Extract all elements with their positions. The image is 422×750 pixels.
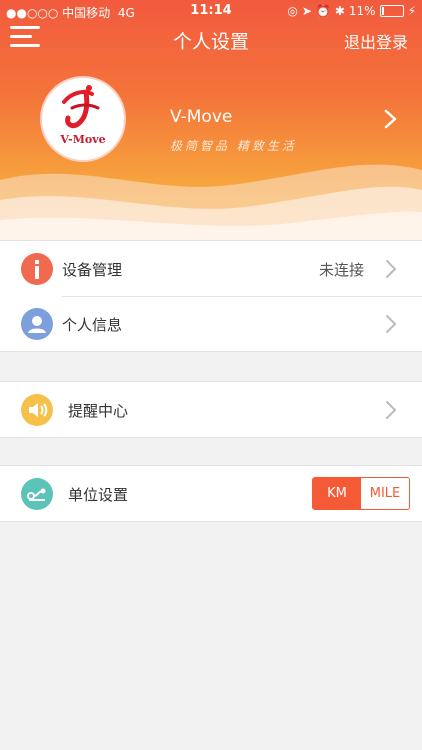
v-move-logo-icon — [62, 85, 100, 129]
unit-settings-label: 单位设置 — [68, 486, 129, 504]
status-bar: ●●○○○ 中国移动 4G 11:14 ◎ ➤ ⏰ ✱ 11% ⚡ — [0, 0, 422, 22]
personal-info-label: 个人信息 — [62, 316, 123, 334]
chevron-right-icon — [386, 315, 397, 333]
logout-button[interactable]: 退出登录 — [344, 29, 408, 53]
route-icon — [21, 478, 53, 510]
alarm-icon: ⏰ — [315, 4, 331, 18]
unit-toggle: KM MILE — [312, 477, 410, 510]
avatar[interactable]: V-Move — [40, 76, 126, 162]
location-icon: ➤ — [301, 4, 312, 18]
header-wave-decoration — [0, 164, 422, 240]
navigation-bar: 个人设置 退出登录 — [0, 22, 422, 58]
reminder-center-row[interactable]: 提醒中心 — [0, 382, 422, 437]
battery-icon — [379, 5, 404, 17]
logo-text: V-Move — [60, 133, 106, 146]
battery-percent: 11% — [348, 4, 376, 18]
lock-rotation-icon: ◎ — [287, 4, 298, 18]
reminder-group: 提醒中心 — [0, 381, 422, 438]
unit-km-option[interactable]: KM — [313, 478, 361, 509]
device-group: 设备管理 未连接 个人信息 — [0, 240, 422, 352]
bluetooth-icon: ✱ — [334, 4, 345, 18]
device-management-row[interactable]: 设备管理 未连接 — [0, 241, 422, 296]
unit-mile-option[interactable]: MILE — [361, 478, 409, 509]
device-status: 未连接 — [318, 261, 364, 279]
user-icon — [21, 308, 53, 340]
device-management-label: 设备管理 — [62, 261, 123, 279]
personal-info-row[interactable]: 个人信息 — [0, 296, 422, 351]
profile-header: ●●○○○ 中国移动 4G 11:14 ◎ ➤ ⏰ ✱ 11% ⚡ 个人设置 退… — [0, 0, 422, 240]
unit-settings-row: 单位设置 KM MILE — [0, 466, 422, 521]
slogan: 极简智品 精致生活 — [170, 139, 297, 153]
chevron-right-icon — [386, 401, 397, 419]
charging-icon: ⚡ — [407, 4, 416, 18]
battery-fill — [381, 7, 384, 15]
units-group: 单位设置 KM MILE — [0, 465, 422, 522]
chevron-right-icon — [386, 260, 397, 278]
speaker-icon — [21, 394, 53, 426]
info-icon — [21, 253, 53, 285]
status-right: ◎ ➤ ⏰ ✱ 11% ⚡ — [287, 4, 416, 18]
username: V-Move — [170, 107, 233, 127]
chevron-right-icon[interactable] — [380, 108, 400, 130]
reminder-center-label: 提醒中心 — [68, 402, 129, 420]
